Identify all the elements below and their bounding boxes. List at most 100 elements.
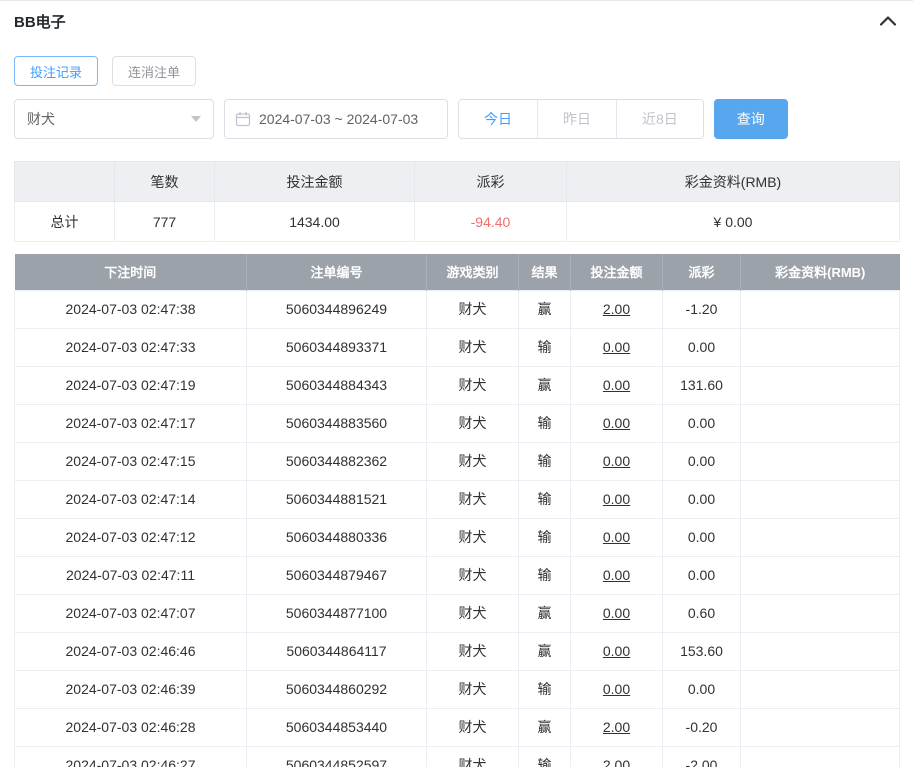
game-type-cell: 财犬 — [426, 517, 519, 557]
header-bonus: 彩金资料(RMB) — [740, 254, 900, 290]
bet-time-cell: 2024-07-03 02:46:27 — [14, 745, 247, 767]
bonus-cell — [740, 669, 900, 709]
header-bet-time: 下注时间 — [14, 254, 247, 290]
summary-total-row: 总计 777 1434.00 -94.40 ¥ 0.00 — [14, 201, 900, 242]
bet-amount-link[interactable]: 0.00 — [570, 479, 663, 519]
order-number-cell: 5060344883560 — [246, 403, 427, 443]
panel-header: BB电子 — [14, 1, 899, 41]
quick-date-group: 今日 昨日 近8日 — [458, 99, 704, 139]
tabs-row: 投注记录 连消注单 — [14, 56, 899, 86]
bet-amount-link[interactable]: 2.00 — [570, 289, 663, 329]
bonus-cell — [740, 593, 900, 633]
bet-time-cell: 2024-07-03 02:46:28 — [14, 707, 247, 747]
table-row: 2024-07-03 02:47:38 5060344896249 财犬赢 2.00-… — [14, 289, 900, 329]
bet-amount-link[interactable]: 0.00 — [570, 593, 663, 633]
summary-total-payout: -94.40 — [414, 201, 567, 242]
yesterday-button[interactable]: 昨日 — [537, 100, 616, 138]
summary-header-bonus: 彩金资料(RMB) — [566, 161, 900, 202]
bet-amount-link[interactable]: 0.00 — [570, 327, 663, 367]
bet-amount-link[interactable]: 0.00 — [570, 365, 663, 405]
table-row: 2024-07-03 02:46:46 5060344864117 财犬赢 0.00 1… — [14, 631, 900, 671]
result-cell: 输 — [518, 327, 571, 367]
payout-cell: 0.00 — [662, 669, 741, 709]
game-type-cell: 财犬 — [426, 403, 519, 443]
bet-amount-link[interactable]: 0.00 — [570, 403, 663, 443]
game-type-cell: 财犬 — [426, 327, 519, 367]
result-cell: 输 — [518, 669, 571, 709]
payout-cell: 0.60 — [662, 593, 741, 633]
bet-time-cell: 2024-07-03 02:47:12 — [14, 517, 247, 557]
payout-cell: 153.60 — [662, 631, 741, 671]
tab-cancelled-orders[interactable]: 连消注单 — [112, 56, 197, 86]
bet-amount-link[interactable]: 0.00 — [570, 441, 663, 481]
table-row: 2024-07-03 02:46:39 5060344860292 财犬输 0.00 0… — [14, 669, 900, 709]
bet-time-cell: 2024-07-03 02:46:39 — [14, 669, 247, 709]
chevron-down-icon — [191, 116, 201, 122]
table-row: 2024-07-03 02:47:12 5060344880336 财犬输 0.00 0… — [14, 517, 900, 557]
order-number-cell: 5060344896249 — [246, 289, 427, 329]
summary-header-empty — [14, 161, 115, 202]
collapse-chevron-up-icon[interactable] — [877, 10, 899, 32]
bet-amount-link[interactable]: 0.00 — [570, 555, 663, 595]
header-game-type: 游戏类别 — [426, 254, 519, 290]
game-type-cell: 财犬 — [426, 631, 519, 671]
bonus-cell — [740, 631, 900, 671]
bet-time-cell: 2024-07-03 02:47:11 — [14, 555, 247, 595]
result-cell: 赢 — [518, 289, 571, 329]
game-type-cell: 财犬 — [426, 441, 519, 481]
header-payout: 派彩 — [662, 254, 741, 290]
game-select-value: 财犬 — [27, 111, 55, 127]
order-number-cell: 5060344877100 — [246, 593, 427, 633]
game-select[interactable]: 财犬 — [14, 99, 214, 139]
bet-time-cell: 2024-07-03 02:46:46 — [14, 631, 247, 671]
query-button[interactable]: 查询 — [713, 99, 788, 139]
table-row: 2024-07-03 02:47:07 5060344877100 财犬赢 0.00 0… — [14, 593, 900, 633]
summary-total-bet-amount: 1434.00 — [214, 201, 415, 242]
bet-amount-link[interactable]: 0.00 — [570, 517, 663, 557]
bet-table-body: 2024-07-03 02:47:38 5060344896249 财犬赢 2.00-… — [14, 289, 900, 767]
table-row: 2024-07-03 02:47:14 5060344881521 财犬输 0.00 0… — [14, 479, 900, 519]
payout-cell: -2.00 — [662, 745, 741, 767]
order-number-cell: 5060344860292 — [246, 669, 427, 709]
summary-header-row: 笔数 投注金额 派彩 彩金资料(RMB) — [14, 161, 900, 202]
bet-amount-link[interactable]: 2.00 — [570, 745, 663, 767]
summary-header-bet-amount: 投注金额 — [214, 161, 415, 202]
result-cell: 赢 — [518, 707, 571, 747]
order-number-cell: 5060344880336 — [246, 517, 427, 557]
game-type-cell: 财犬 — [426, 669, 519, 709]
panel-title: BB电子 — [14, 13, 66, 31]
header-bet-amount: 投注金额 — [570, 254, 663, 290]
bet-time-cell: 2024-07-03 02:47:19 — [14, 365, 247, 405]
payout-cell: -1.20 — [662, 289, 741, 329]
table-row: 2024-07-03 02:46:27 5060344852597 财犬输 2.00-… — [14, 745, 900, 767]
game-type-cell: 财犬 — [426, 365, 519, 405]
result-cell: 输 — [518, 745, 571, 767]
calendar-icon — [235, 111, 251, 127]
filter-row: 财犬 2024-07-03 ~ 2024-07-03 今日 昨日 近8日 查询 — [14, 99, 899, 139]
game-type-cell: 财犬 — [426, 745, 519, 767]
bet-table-header-row: 下注时间 注单编号 游戏类别 结果 投注金额 派彩 彩金资料(RMB) — [14, 254, 900, 290]
payout-cell: 0.00 — [662, 517, 741, 557]
header-order-number: 注单编号 — [246, 254, 427, 290]
bonus-cell — [740, 289, 900, 329]
today-button[interactable]: 今日 — [459, 100, 537, 138]
game-type-cell: 财犬 — [426, 593, 519, 633]
bet-amount-link[interactable]: 0.00 — [570, 669, 663, 709]
date-range-value: 2024-07-03 ~ 2024-07-03 — [259, 111, 419, 127]
date-range-input[interactable]: 2024-07-03 ~ 2024-07-03 — [224, 99, 448, 139]
table-row: 2024-07-03 02:47:19 5060344884343 财犬赢 0.00 1… — [14, 365, 900, 405]
bet-time-cell: 2024-07-03 02:47:38 — [14, 289, 247, 329]
bet-amount-link[interactable]: 0.00 — [570, 631, 663, 671]
tab-bet-records[interactable]: 投注记录 — [14, 56, 99, 86]
bet-time-cell: 2024-07-03 02:47:33 — [14, 327, 247, 367]
order-number-cell: 5060344853440 — [246, 707, 427, 747]
summary-total-count: 777 — [114, 201, 215, 242]
last-8-days-button[interactable]: 近8日 — [616, 100, 703, 138]
bet-amount-link[interactable]: 2.00 — [570, 707, 663, 747]
summary-total-label: 总计 — [14, 201, 115, 242]
bonus-cell — [740, 555, 900, 595]
bonus-cell — [740, 441, 900, 481]
result-cell: 赢 — [518, 365, 571, 405]
bonus-cell — [740, 707, 900, 747]
result-cell: 输 — [518, 517, 571, 557]
